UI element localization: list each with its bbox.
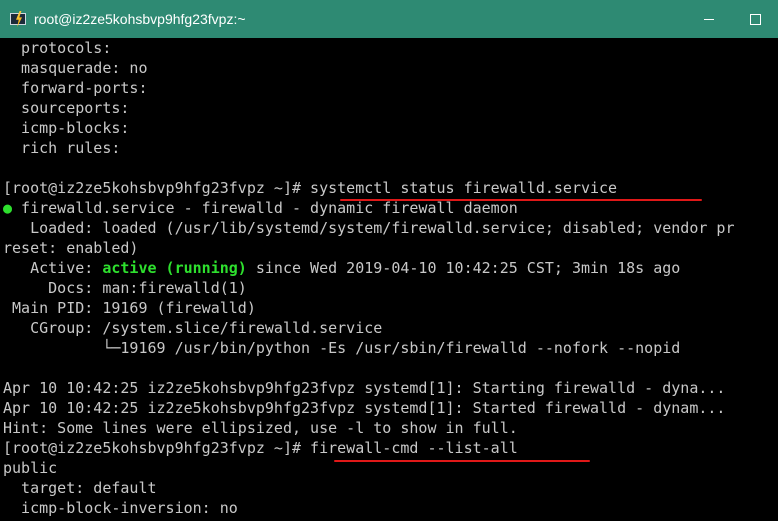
- minimize-button[interactable]: [686, 0, 732, 38]
- maximize-button[interactable]: [732, 0, 778, 38]
- putty-icon[interactable]: [10, 11, 26, 27]
- terminal-output[interactable]: protocols: masquerade: no forward-ports:…: [0, 38, 778, 521]
- window-controls: [686, 0, 778, 38]
- output-line: reset: enabled): [3, 239, 139, 257]
- minimize-icon: [704, 18, 714, 20]
- output-line: icmp-block-inversion: no: [3, 499, 238, 517]
- command-line: [root@iz2ze5kohsbvp9hfg23fvpz ~]# system…: [3, 178, 617, 198]
- output-line: sourceports:: [3, 99, 130, 117]
- output-line: Apr 10 10:42:25 iz2ze5kohsbvp9hfg23fvpz …: [3, 379, 726, 397]
- title-bar[interactable]: root@iz2ze5kohsbvp9hfg23fvpz:~: [0, 0, 778, 38]
- output-line: target: default: [3, 479, 157, 497]
- annotation-underline: [334, 460, 590, 462]
- output-line: └─19169 /usr/bin/python -Es /usr/sbin/fi…: [3, 339, 681, 357]
- command-line: [root@iz2ze5kohsbvp9hfg23fvpz ~]# firewa…: [3, 438, 518, 458]
- output-line: ● firewalld.service - firewalld - dynami…: [3, 199, 518, 217]
- output-line: Hint: Some lines were ellipsized, use -l…: [3, 419, 518, 437]
- shell-prompt: [root@iz2ze5kohsbvp9hfg23fvpz ~]#: [3, 179, 311, 197]
- output-line: icmp-blocks:: [3, 119, 130, 137]
- status-dot-icon: ●: [3, 199, 13, 217]
- output-line: masquerade: no: [3, 59, 148, 77]
- output-line: rich rules:: [3, 139, 121, 157]
- output-line: forward-ports:: [3, 79, 148, 97]
- command-text: systemctl status firewalld.service: [310, 179, 618, 197]
- shell-prompt: [root@iz2ze5kohsbvp9hfg23fvpz ~]#: [3, 439, 311, 457]
- maximize-icon: [749, 13, 761, 25]
- output-line: Active: active (running) since Wed 2019-…: [3, 259, 681, 277]
- output-line: Loaded: loaded (/usr/lib/systemd/system/…: [3, 219, 735, 237]
- output-line: public: [3, 459, 58, 477]
- command-text: firewall-cmd --list-all: [310, 439, 518, 457]
- output-line: Docs: man:firewalld(1): [3, 279, 247, 297]
- active-status: active (running): [102, 259, 247, 277]
- output-line: CGroup: /system.slice/firewalld.service: [3, 319, 383, 337]
- terminal-window: root@iz2ze5kohsbvp9hfg23fvpz:~ protocols…: [0, 0, 778, 521]
- output-line: Main PID: 19169 (firewalld): [3, 299, 256, 317]
- output-line: Apr 10 10:42:25 iz2ze5kohsbvp9hfg23fvpz …: [3, 399, 726, 417]
- output-line: protocols:: [3, 39, 112, 57]
- window-title: root@iz2ze5kohsbvp9hfg23fvpz:~: [34, 11, 246, 27]
